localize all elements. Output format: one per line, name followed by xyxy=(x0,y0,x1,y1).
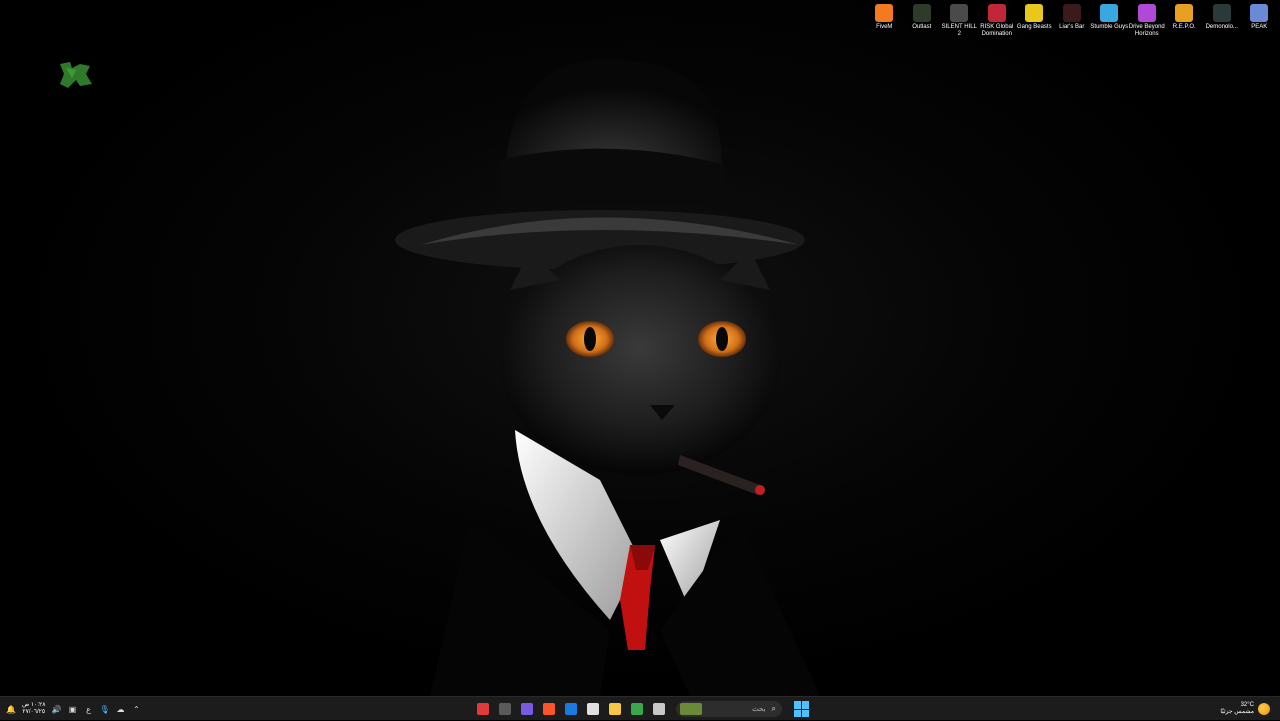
start-tile xyxy=(802,709,809,717)
notifications-icon[interactable]: 🔔 xyxy=(6,705,16,714)
partly-sunny-icon xyxy=(1258,703,1270,715)
cigar xyxy=(678,455,760,495)
desktop: FiveM Outlast SILENT HILL 2 RISK Global Dom… xyxy=(0,0,1280,696)
clock-date: ٢٧/٠٦/٢٥ xyxy=(22,709,46,715)
drive-beyond-icon xyxy=(1137,4,1156,22)
desktop-shortcut-label: Outlast xyxy=(912,24,932,30)
desktop-shortcut-label: SILENT HILL 2 xyxy=(941,24,977,37)
desktop-shortcut-drive-beyond[interactable]: Drive Beyond Horizons xyxy=(1128,2,1166,38)
desktop-shortcut-gang-beasts[interactable]: Gang Beasts xyxy=(1016,2,1054,38)
taskbar-calendar-app[interactable] xyxy=(584,700,602,718)
microphone-icon[interactable]: 🎙 xyxy=(99,705,109,714)
taskbar-center: بحث ⌕ xyxy=(474,697,810,721)
start-tile xyxy=(802,701,809,709)
start-tile xyxy=(794,701,801,709)
weather-widget[interactable]: 32°C مشمس جزئيًا xyxy=(1220,699,1270,719)
taskbar-chrome-app[interactable] xyxy=(628,700,646,718)
desktop-shortcut-demonologist[interactable]: Demonolo... xyxy=(1203,2,1241,38)
desktop-shortcut-stumble-guys[interactable]: Stumble Guys xyxy=(1090,2,1129,38)
desktop-shortcut-risk[interactable]: RISK Global Domination xyxy=(978,2,1016,38)
risk-icon xyxy=(987,4,1006,22)
desktop-shortcut-liars-bar[interactable]: Liar's Bar xyxy=(1053,2,1091,38)
network-icon[interactable]: ▣ xyxy=(67,705,77,714)
demonologist-icon xyxy=(1212,4,1231,22)
liars-bar-icon xyxy=(1062,4,1081,22)
desktop-shortcut-fivem[interactable]: FiveM xyxy=(866,2,904,38)
clock[interactable]: ١٠:٢٨ ص ٢٧/٠٦/٢٥ xyxy=(22,702,45,716)
taskbar-security-app[interactable] xyxy=(474,700,492,718)
desktop-shortcut-label: Liar's Bar xyxy=(1059,24,1085,30)
fivem-icon xyxy=(875,4,894,22)
start-button[interactable] xyxy=(794,701,810,717)
desktop-shortcut-peak[interactable]: PEAK xyxy=(1241,2,1279,38)
silent-hill-icon xyxy=(950,4,969,22)
taskbar-file-explorer-app[interactable] xyxy=(606,700,624,718)
chrome-app-icon xyxy=(631,703,643,715)
chat-app-icon xyxy=(521,703,533,715)
taskbar-outlook-app[interactable] xyxy=(562,700,580,718)
search-box[interactable]: بحث ⌕ xyxy=(676,701,782,717)
desktop-shortcut-label: Demonolo... xyxy=(1205,24,1238,30)
language-indicator[interactable]: ع xyxy=(83,705,93,714)
peak-icon xyxy=(1250,4,1269,22)
search-placeholder: بحث xyxy=(752,706,766,713)
file-explorer-app-icon xyxy=(609,703,621,715)
brave-app-icon xyxy=(543,703,555,715)
weather-temp: 32°C xyxy=(1240,702,1254,708)
taskbar-xbox-app[interactable] xyxy=(496,700,514,718)
chevron-up-icon[interactable]: ⌃ xyxy=(131,705,141,714)
desktop-shortcut-label: Gang Beasts xyxy=(1016,24,1052,30)
repo-icon xyxy=(1175,4,1194,22)
clock-time: ١٠:٢٨ ص xyxy=(22,702,46,708)
desktop-shortcut-label: Stumble Guys xyxy=(1090,24,1129,30)
desktop-shortcut-label: PEAK xyxy=(1251,24,1268,30)
green-puzzle-widget[interactable] xyxy=(56,58,94,92)
stumble-guys-icon xyxy=(1100,4,1119,22)
taskbar-apps xyxy=(474,700,668,718)
system-tray: 🔔 ١٠:٢٨ ص ٢٧/٠٦/٢٥ 🔊 ▣ ع 🎙 ☁ ⌃ xyxy=(6,697,141,721)
volume-icon[interactable]: 🔊 xyxy=(51,705,62,714)
security-app-icon xyxy=(477,703,489,715)
gang-beasts-icon xyxy=(1025,4,1044,22)
notes-app-icon xyxy=(653,703,665,715)
desktop-shortcut-label: R.E.P.O. xyxy=(1172,24,1196,30)
desktop-shortcut-repo[interactable]: R.E.P.O. xyxy=(1166,2,1204,38)
taskbar-notes-app[interactable] xyxy=(650,700,668,718)
taskbar: 🔔 ١٠:٢٨ ص ٢٧/٠٦/٢٥ 🔊 ▣ ع 🎙 ☁ ⌃ بحث ⌕ 32°… xyxy=(0,696,1280,720)
calendar-app-icon xyxy=(587,703,599,715)
search-highlight-image xyxy=(680,703,702,715)
desktop-shortcut-label: RISK Global Domination xyxy=(980,24,1014,37)
desktop-icons: FiveM Outlast SILENT HILL 2 RISK Global Dom… xyxy=(866,2,1279,38)
desktop-shortcut-label: Drive Beyond Horizons xyxy=(1128,24,1165,37)
desktop-shortcut-silent-hill[interactable]: SILENT HILL 2 xyxy=(941,2,979,38)
taskbar-brave-app[interactable] xyxy=(540,700,558,718)
desktop-shortcut-label: FiveM xyxy=(876,24,893,30)
outlast-icon xyxy=(912,4,931,22)
search-icon: ⌕ xyxy=(771,704,776,713)
weather-condition: مشمس جزئيًا xyxy=(1220,709,1254,715)
taskbar-chat-app[interactable] xyxy=(518,700,536,718)
xbox-app-icon xyxy=(499,703,511,715)
start-tile xyxy=(794,709,801,717)
outlook-app-icon xyxy=(565,703,577,715)
onedrive-icon[interactable]: ☁ xyxy=(115,705,125,714)
desktop-shortcut-outlast[interactable]: Outlast xyxy=(903,2,941,38)
wallpaper-cat-in-suit xyxy=(395,59,820,696)
